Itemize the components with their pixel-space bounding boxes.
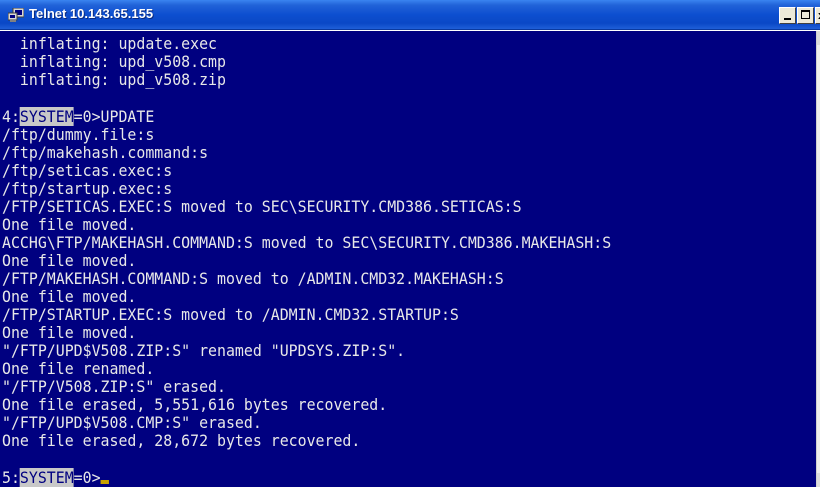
terminal-line: One file erased, 28,672 bytes recovered.	[2, 431, 361, 450]
prompt-symbol: =0>	[73, 468, 101, 487]
maximize-icon	[801, 10, 810, 19]
vertical-scrollbar[interactable]	[816, 31, 820, 487]
terminal-line: "/FTP/UPD$V508.CMP:S" erased.	[2, 413, 262, 432]
terminal-line: /FTP/STARTUP.EXEC:S moved to /ADMIN.CMD3…	[2, 305, 459, 324]
terminal-line: One file moved.	[2, 215, 137, 234]
maximize-button[interactable]	[797, 7, 814, 24]
terminal-line: inflating: upd_v508.zip	[2, 70, 226, 89]
close-button[interactable]: x	[815, 7, 820, 24]
terminal-screen[interactable]: inflating: update.exec inflating: upd_v5…	[0, 31, 816, 487]
text-cursor	[100, 480, 109, 484]
terminal-line: One file renamed.	[2, 359, 155, 378]
prompt-command: =0>UPDATE	[73, 107, 155, 126]
terminal-line: inflating: update.exec	[2, 34, 218, 53]
terminal-line: One file moved.	[2, 287, 137, 306]
terminal-line: "/FTP/V508.ZIP:S" erased.	[2, 377, 226, 396]
terminal-line: /ftp/dummy.file:s	[2, 125, 155, 144]
terminal-line: ACCHG\FTP/MAKEHASH.COMMAND:S moved to SE…	[2, 233, 612, 252]
window-title: Telnet 10.143.65.155	[29, 6, 154, 21]
terminal-line: /FTP/MAKEHASH.COMMAND:S moved to /ADMIN.…	[2, 269, 504, 288]
terminal-line: One file erased, 5,551,616 bytes recover…	[2, 395, 388, 414]
terminal-prompt-line[interactable]: 5:SYSTEM=0>	[2, 468, 109, 487]
prompt-system-highlight: SYSTEM	[19, 107, 74, 126]
terminal-line: /ftp/seticas.exec:s	[2, 161, 173, 180]
prompt-system-highlight: SYSTEM	[19, 468, 74, 487]
minimize-button[interactable]	[779, 7, 796, 24]
terminal-line: /FTP/SETICAS.EXEC:S moved to SEC\SECURIT…	[2, 197, 522, 216]
minimize-icon	[784, 18, 791, 20]
terminal-prompt-line: 4:SYSTEM=0>UPDATE	[2, 107, 155, 126]
terminal-line: One file moved.	[2, 323, 137, 342]
telnet-icon	[8, 8, 24, 22]
title-bar[interactable]: Telnet 10.143.65.155 x	[0, 0, 820, 30]
terminal-line: "/FTP/UPD$V508.ZIP:S" renamed "UPDSYS.ZI…	[2, 341, 406, 360]
terminal-line: /ftp/makehash.command:s	[2, 143, 209, 162]
terminal-line: One file moved.	[2, 251, 137, 270]
terminal-line: /ftp/startup.exec:s	[2, 179, 173, 198]
prompt-number: 5:	[2, 468, 20, 487]
terminal-line: inflating: upd_v508.cmp	[2, 52, 226, 71]
prompt-number: 4:	[2, 107, 20, 126]
telnet-window: Telnet 10.143.65.155 x inflating: update…	[0, 0, 820, 487]
